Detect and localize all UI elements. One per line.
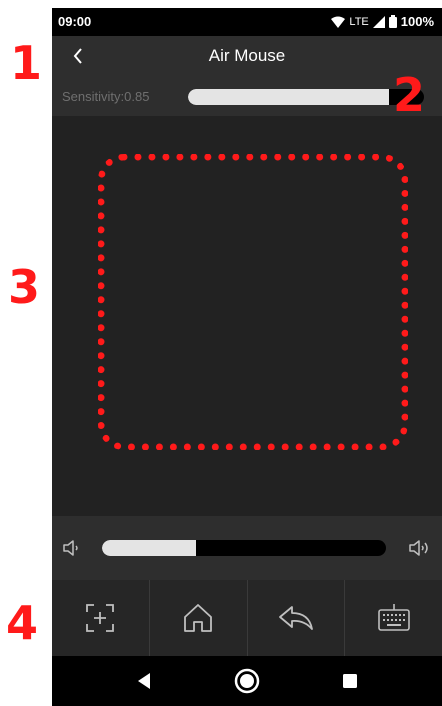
home-button[interactable] [148, 580, 247, 656]
screenshot-button[interactable] [52, 580, 149, 656]
back-triangle-icon [137, 673, 150, 689]
phone-screen: 09:00 LTE 100% Air Mouse Sensitivity:0.8… [52, 8, 442, 706]
return-button[interactable] [246, 580, 345, 656]
battery-percent: 100% [400, 14, 434, 29]
annotation-1: 1 [10, 36, 43, 90]
volume-slider[interactable] [102, 540, 386, 556]
system-back-button[interactable] [124, 661, 164, 701]
touchpad-area[interactable] [52, 116, 442, 516]
volume-slider-fill [102, 540, 196, 556]
system-recents-button[interactable] [330, 661, 370, 701]
sensitivity-slider[interactable] [188, 89, 424, 105]
keyboard-button[interactable] [344, 580, 442, 656]
signal-icon [372, 15, 385, 28]
recents-square-icon [343, 674, 358, 688]
annotation-4: 4 [6, 596, 39, 650]
status-indicators: LTE 100% [331, 14, 434, 29]
status-bar: 09:00 LTE 100% [52, 8, 442, 36]
system-home-button[interactable] [227, 661, 267, 701]
annotation-2: 2 [393, 68, 426, 122]
return-icon [278, 606, 313, 630]
volume-row [52, 516, 442, 580]
sensitivity-row: Sensitivity:0.85 [52, 76, 442, 116]
touchpad-highlight [98, 154, 408, 450]
action-bar [52, 580, 442, 656]
volume-low-icon[interactable] [60, 536, 84, 560]
wifi-icon [331, 16, 346, 28]
keyboard-icon [377, 604, 410, 631]
sensitivity-label: Sensitivity:0.85 [62, 89, 150, 104]
home-icon [184, 604, 213, 632]
status-time: 09:00 [58, 14, 92, 29]
annotation-3: 3 [8, 260, 41, 314]
home-circle-icon [234, 668, 260, 694]
system-nav-bar [52, 656, 442, 706]
volume-high-icon[interactable] [408, 536, 432, 560]
page-title: Air Mouse [208, 46, 286, 65]
app-bar: Air Mouse [52, 36, 442, 76]
capture-plus-icon [86, 604, 115, 632]
sensitivity-slider-fill [188, 89, 389, 105]
page: 1 2 3 4 09:00 LTE 100% Air Mouse Sensiti… [0, 0, 442, 706]
network-type: LTE [349, 15, 369, 28]
battery-icon [388, 15, 397, 28]
